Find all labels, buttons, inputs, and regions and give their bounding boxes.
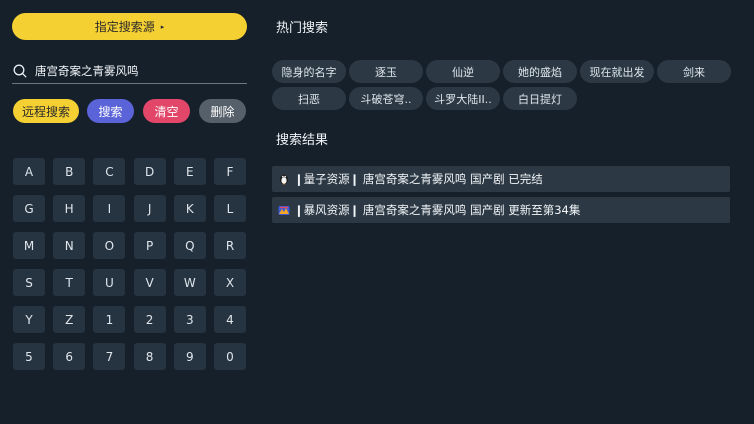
key-4[interactable]: 4 [214,306,246,333]
hot-search-chip[interactable]: 斗罗大陆II.. [426,87,500,110]
key-3[interactable]: 3 [173,306,206,333]
key-o[interactable]: O [93,232,126,259]
hot-search-chip[interactable]: 斗破苍穹.. [349,87,423,110]
key-u[interactable]: U [93,269,126,296]
clear-button[interactable]: 清空 [143,99,190,123]
hot-search-chip[interactable]: 剑来 [657,60,731,83]
chevron-right-icon: ▸ [160,22,165,31]
search-source-button[interactable]: 指定搜索源 ▸ [12,13,247,40]
key-w[interactable]: W [173,269,206,296]
key-9[interactable]: 9 [173,343,206,370]
key-k[interactable]: K [173,195,206,222]
key-g[interactable]: G [13,195,45,222]
key-8[interactable]: 8 [133,343,166,370]
key-e[interactable]: E [173,158,206,185]
remote-search-button[interactable]: 远程搜索 [13,99,79,123]
key-d[interactable]: D [133,158,166,185]
penguin-icon [280,174,288,185]
key-l[interactable]: L [214,195,246,222]
key-c[interactable]: C [93,158,126,185]
result-row[interactable]: ❙暴风资源❙ 唐宫奇案之青雾风鸣 国产剧 更新至第34集 [272,197,730,223]
key-1[interactable]: 1 [93,306,126,333]
key-6[interactable]: 6 [53,343,86,370]
key-m[interactable]: M [13,232,45,259]
key-h[interactable]: H [53,195,86,222]
key-p[interactable]: P [133,232,166,259]
key-f[interactable]: F [214,158,246,185]
result-text: ❙暴风资源❙ 唐宫奇案之青雾风鸣 国产剧 更新至第34集 [294,203,581,217]
hot-search-chip[interactable]: 隐身的名字 [272,60,346,83]
search-input[interactable]: 唐宫奇案之青雾风鸣 [12,58,247,84]
hot-search-title: 热门搜索 [276,21,329,36]
storm-icon [278,206,290,215]
hot-search-chip[interactable]: 扫恶 [272,87,346,110]
key-v[interactable]: V [133,269,166,296]
delete-button[interactable]: 删除 [199,99,246,123]
search-results-title: 搜索结果 [276,133,329,148]
key-t[interactable]: T [53,269,86,296]
result-row[interactable]: ❙量子资源❙ 唐宫奇案之青雾风鸣 国产剧 已完结 [272,166,730,192]
key-n[interactable]: N [53,232,86,259]
hot-search-chip[interactable]: 现在就出发 [580,60,654,83]
key-b[interactable]: B [53,158,86,185]
key-a[interactable]: A [13,158,45,185]
key-0[interactable]: 0 [214,343,246,370]
hot-search-chip[interactable]: 她的盛焰 [503,60,577,83]
search-button[interactable]: 搜索 [87,99,134,123]
key-5[interactable]: 5 [13,343,45,370]
hot-search-chip[interactable]: 逐玉 [349,60,423,83]
search-query-text: 唐宫奇案之青雾风鸣 [35,63,139,78]
hot-search-chip[interactable]: 仙逆 [426,60,500,83]
key-7[interactable]: 7 [93,343,126,370]
key-i[interactable]: I [93,195,126,222]
search-icon [13,64,27,77]
key-z[interactable]: Z [53,306,86,333]
key-r[interactable]: R [214,232,246,259]
search-source-label: 指定搜索源 [94,20,155,34]
key-j[interactable]: J [133,195,166,222]
key-x[interactable]: X [214,269,246,296]
key-q[interactable]: Q [173,232,206,259]
result-text: ❙量子资源❙ 唐宫奇案之青雾风鸣 国产剧 已完结 [294,172,543,186]
key-y[interactable]: Y [13,306,45,333]
hot-search-chip[interactable]: 白日提灯 [503,87,577,110]
key-2[interactable]: 2 [133,306,166,333]
key-s[interactable]: S [13,269,45,296]
